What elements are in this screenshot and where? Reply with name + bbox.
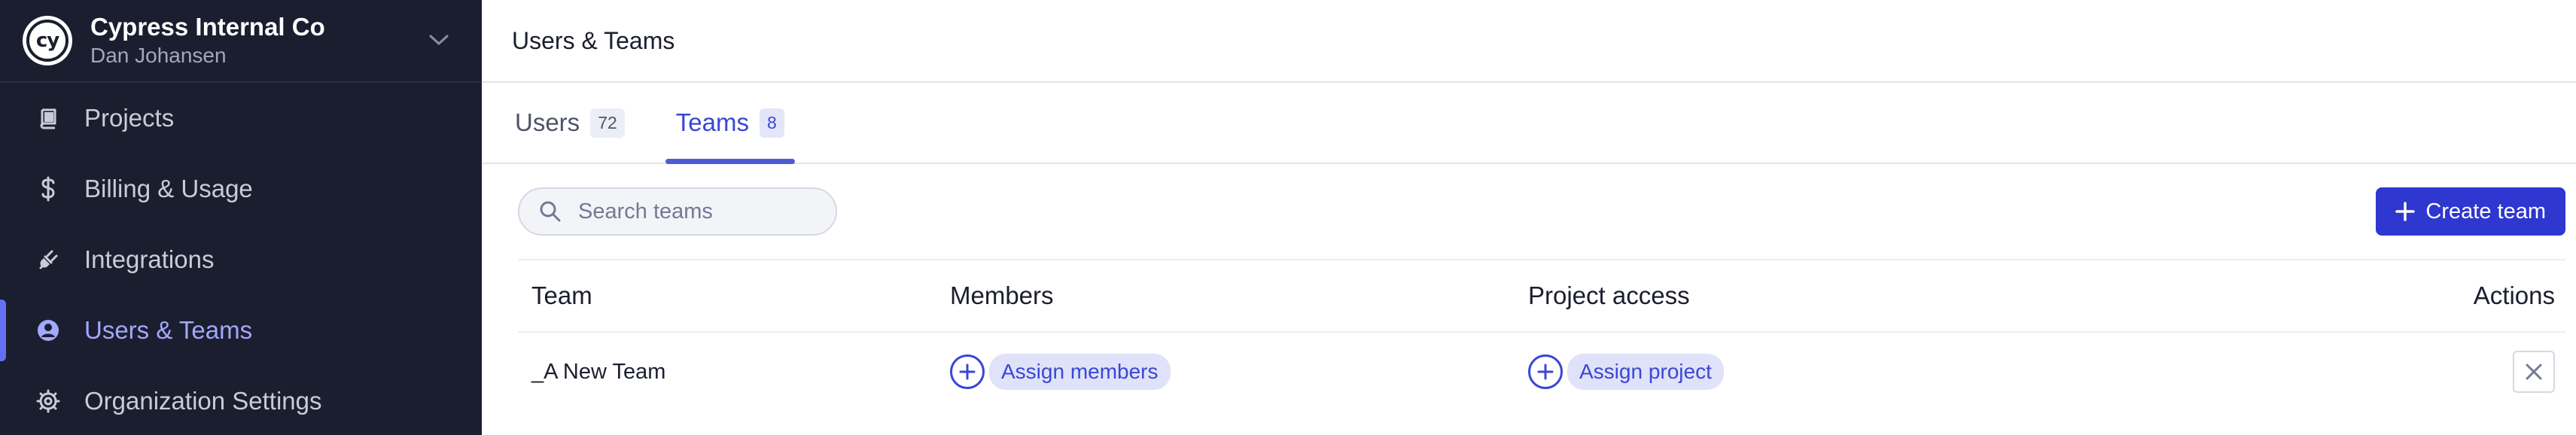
assign-members-button[interactable]: Assign members <box>950 354 1171 390</box>
gear-icon <box>33 386 63 416</box>
create-team-button[interactable]: Create team <box>2376 187 2565 236</box>
search-icon <box>540 201 561 222</box>
sidebar-item-organization-settings[interactable]: Organization Settings <box>0 366 482 435</box>
sidebar-item-label: Projects <box>84 104 175 132</box>
column-header-team: Team <box>531 281 592 309</box>
project-access-cell: Assign project <box>1528 354 2445 390</box>
sidebar: cy Cypress Internal Co Dan Johansen Proj… <box>0 0 482 435</box>
column-header-actions: Actions <box>2473 281 2555 309</box>
team-name: _A New Team <box>531 359 666 384</box>
chevron-down-icon[interactable] <box>428 32 450 48</box>
search-input[interactable] <box>578 199 804 224</box>
tab-label: Teams <box>675 108 749 136</box>
sidebar-item-users-teams[interactable]: Users & Teams <box>0 295 482 366</box>
close-icon <box>2526 364 2542 380</box>
sidebar-item-label: Integrations <box>84 245 215 273</box>
book-icon <box>33 103 63 133</box>
plus-circle-icon <box>950 354 985 389</box>
plug-icon <box>33 245 63 275</box>
org-user-name: Dan Johansen <box>90 44 227 67</box>
create-team-label: Create team <box>2425 199 2546 224</box>
assign-members-label: Assign members <box>989 354 1171 390</box>
main-content: Users & Teams Users 72 Teams 8 Search te… <box>482 0 2576 435</box>
table-header: Team Members Project access Actions <box>518 260 2565 333</box>
tab-bar: Users 72 Teams 8 <box>482 83 2576 164</box>
tab-label: Users <box>515 108 580 136</box>
page-title: Users & Teams <box>512 26 675 54</box>
count-badge: 72 <box>590 108 625 138</box>
column-header-project-access: Project access <box>1528 281 1690 309</box>
assign-project-label: Assign project <box>1567 354 1724 390</box>
search-box[interactable] <box>518 187 837 236</box>
actions-cell <box>2445 351 2565 393</box>
toolbar: Create team <box>482 164 2576 259</box>
column-header-members: Members <box>950 281 1054 309</box>
delete-team-button[interactable] <box>2513 351 2555 393</box>
sidebar-item-label: Organization Settings <box>84 387 322 415</box>
sidebar-item-integrations[interactable]: Integrations <box>0 224 482 295</box>
app: cy Cypress Internal Co Dan Johansen Proj… <box>0 0 2576 435</box>
tab-teams[interactable]: Teams 8 <box>665 83 795 164</box>
cypress-logo-icon: cy <box>23 16 72 65</box>
sidebar-item-billing[interactable]: Billing & Usage <box>0 154 482 224</box>
assign-project-button[interactable]: Assign project <box>1528 354 1724 390</box>
plus-circle-icon <box>1528 354 1563 389</box>
sidebar-item-projects[interactable]: Projects <box>0 83 482 154</box>
tab-users[interactable]: Users 72 <box>504 83 635 163</box>
members-cell: Assign members <box>950 354 1528 390</box>
sidebar-nav: Projects Billing & Usage Integrations Us… <box>0 83 482 435</box>
dollar-icon <box>33 174 63 204</box>
org-name: Cypress Internal Co <box>90 13 325 41</box>
sidebar-item-label: Users & Teams <box>84 316 253 344</box>
teams-table: Team Members Project access Actions _A N… <box>518 259 2565 397</box>
logo-text: cy <box>26 20 69 62</box>
top-bar: Users & Teams <box>482 0 2576 83</box>
sidebar-item-label: Billing & Usage <box>84 175 253 202</box>
team-cell: _A New Team <box>518 360 950 385</box>
org-info: Cypress Internal Co Dan Johansen <box>90 12 325 69</box>
org-switcher[interactable]: cy Cypress Internal Co Dan Johansen <box>0 0 482 83</box>
user-circle-icon <box>33 315 63 345</box>
count-badge: 8 <box>759 108 784 138</box>
plus-icon <box>2395 202 2416 221</box>
table-row[interactable]: _A New Team Assign members Assign projec… <box>518 333 2565 397</box>
